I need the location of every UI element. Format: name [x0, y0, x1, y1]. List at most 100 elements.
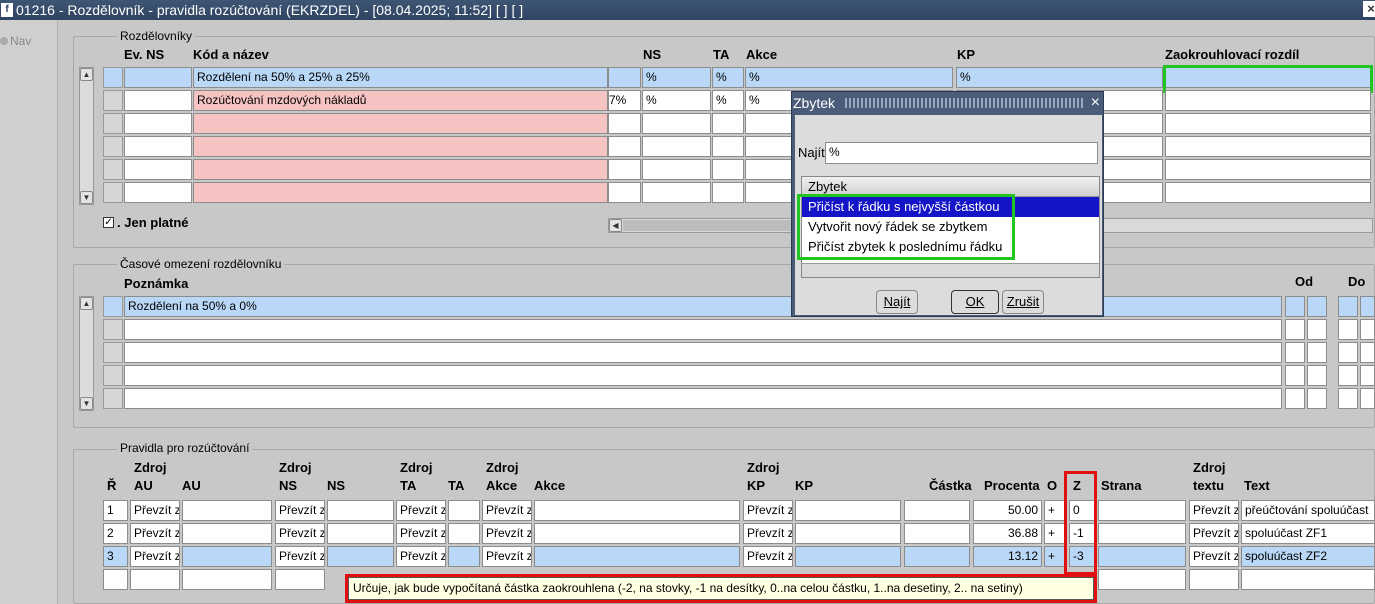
akce-field[interactable]: [534, 500, 740, 521]
percent-field[interactable]: [608, 113, 641, 134]
find-input[interactable]: %: [825, 142, 1098, 164]
ns-field[interactable]: [327, 546, 394, 567]
ns-field[interactable]: [327, 523, 394, 544]
kod-nazev-field[interactable]: Rozdělení na 50% a 25% a 25%: [193, 67, 608, 88]
zaokr-field[interactable]: [1165, 90, 1371, 111]
o-field[interactable]: +: [1044, 500, 1066, 521]
akce-field[interactable]: [534, 546, 740, 567]
strana-field[interactable]: [1098, 569, 1186, 590]
poznamka-field[interactable]: [124, 342, 1282, 363]
procenta-field[interactable]: 36.88: [973, 523, 1042, 544]
jen-platne-checkbox[interactable]: ✓: [103, 217, 114, 228]
scroll-left-icon[interactable]: ◀: [609, 219, 622, 232]
text-field[interactable]: přeúčtování spoluúčast: [1241, 500, 1375, 521]
od-field[interactable]: [1307, 296, 1327, 317]
text-field[interactable]: spoluúčast ZF2: [1241, 546, 1375, 567]
window-close-icon[interactable]: ×: [1363, 1, 1375, 17]
au-field[interactable]: [182, 523, 272, 544]
casove-vscroll[interactable]: [79, 296, 94, 411]
procenta-field[interactable]: 50.00: [973, 500, 1042, 521]
r-field[interactable]: 3: [103, 546, 128, 567]
row-selector[interactable]: [103, 342, 123, 363]
dialog-close-icon[interactable]: ×: [1091, 92, 1100, 114]
od-field[interactable]: [1307, 342, 1327, 363]
do-field[interactable]: [1360, 296, 1375, 317]
zdroj-ns-field[interactable]: Převzít z: [275, 523, 325, 544]
od-field[interactable]: [1307, 319, 1327, 340]
castka-field[interactable]: [904, 523, 970, 544]
text-field[interactable]: spoluúčast ZF1: [1241, 523, 1375, 544]
zdroj-akce-field[interactable]: Převzít z: [482, 500, 532, 521]
od-field[interactable]: [1285, 388, 1305, 409]
zaokr-field[interactable]: [1165, 182, 1371, 203]
kod-nazev-field[interactable]: [193, 113, 608, 134]
zdroj-ta-field[interactable]: Převzít z: [396, 523, 446, 544]
ta-field[interactable]: [712, 159, 744, 180]
row-selector[interactable]: [103, 365, 123, 386]
strana-field[interactable]: [1098, 523, 1186, 544]
ns-field[interactable]: %: [642, 67, 711, 88]
row-selector[interactable]: [103, 67, 123, 88]
nav-item[interactable]: Nav: [0, 34, 31, 48]
ns-field[interactable]: [642, 136, 711, 157]
poznamka-field[interactable]: [124, 319, 1282, 340]
zdroj-ta-field[interactable]: Převzít z: [396, 546, 446, 567]
do-field[interactable]: [1338, 388, 1358, 409]
procenta-field[interactable]: 13.12: [973, 546, 1042, 567]
zdroj-au-field[interactable]: Převzít z: [130, 546, 180, 567]
zdroj-ns-field[interactable]: [275, 569, 325, 590]
zaokr-field[interactable]: [1165, 113, 1371, 134]
ns-field[interactable]: [642, 113, 711, 134]
zdroj-au-field[interactable]: Převzít z: [130, 523, 180, 544]
rozdelovniky-vscroll[interactable]: [79, 67, 94, 205]
zdroj-textu-field[interactable]: Převzít z: [1189, 500, 1239, 521]
ta-field[interactable]: %: [712, 67, 744, 88]
ta-field[interactable]: [448, 500, 480, 521]
zdroj-kp-field[interactable]: Převzít z: [743, 500, 793, 521]
ta-field[interactable]: %: [712, 90, 744, 111]
ev-ns-field[interactable]: [124, 182, 192, 203]
castka-field[interactable]: [904, 546, 970, 567]
percent-field[interactable]: [608, 67, 641, 88]
ta-field[interactable]: [712, 113, 744, 134]
kod-nazev-field[interactable]: Rozúčtování mzdových nákladů: [193, 90, 608, 111]
o-field[interactable]: +: [1044, 523, 1066, 544]
zdroj-ns-field[interactable]: Převzít z: [275, 546, 325, 567]
od-field[interactable]: [1285, 319, 1305, 340]
od-field[interactable]: [1285, 342, 1305, 363]
r-field[interactable]: 1: [103, 500, 128, 521]
od-field[interactable]: [1307, 365, 1327, 386]
row-selector[interactable]: [103, 136, 123, 157]
ev-ns-field[interactable]: [124, 159, 192, 180]
do-field[interactable]: [1338, 365, 1358, 386]
cancel-button[interactable]: Zrušit: [1002, 290, 1044, 314]
row-selector[interactable]: [103, 388, 123, 409]
list-hscroll[interactable]: [802, 263, 1099, 277]
zdroj-ta-field[interactable]: Převzít z: [396, 500, 446, 521]
row-selector[interactable]: [103, 296, 123, 317]
zdroj-kp-field[interactable]: Převzít z: [743, 523, 793, 544]
od-field[interactable]: [1285, 296, 1305, 317]
zdroj-ns-field[interactable]: Převzít z: [275, 500, 325, 521]
ev-ns-field[interactable]: [124, 90, 192, 111]
kp-field[interactable]: [795, 500, 901, 521]
scroll-up-icon[interactable]: ▲: [80, 297, 93, 310]
scroll-up-icon[interactable]: ▲: [80, 68, 93, 81]
akce-field[interactable]: [534, 523, 740, 544]
au-field[interactable]: [182, 546, 272, 567]
au-field[interactable]: [182, 500, 272, 521]
ns-field[interactable]: %: [642, 90, 711, 111]
ns-field[interactable]: [642, 182, 711, 203]
scroll-down-icon[interactable]: ▼: [80, 397, 93, 410]
kp-field[interactable]: %: [956, 67, 1163, 88]
row-selector[interactable]: [103, 182, 123, 203]
zaokr-field[interactable]: [1165, 159, 1371, 180]
do-field[interactable]: [1338, 319, 1358, 340]
zaokr-field[interactable]: [1165, 136, 1371, 157]
ok-button[interactable]: OK: [951, 290, 999, 314]
od-field[interactable]: [1285, 365, 1305, 386]
do-field[interactable]: [1338, 296, 1358, 317]
castka-field[interactable]: [904, 500, 970, 521]
au-field[interactable]: [182, 569, 272, 590]
percent-field[interactable]: [608, 159, 641, 180]
